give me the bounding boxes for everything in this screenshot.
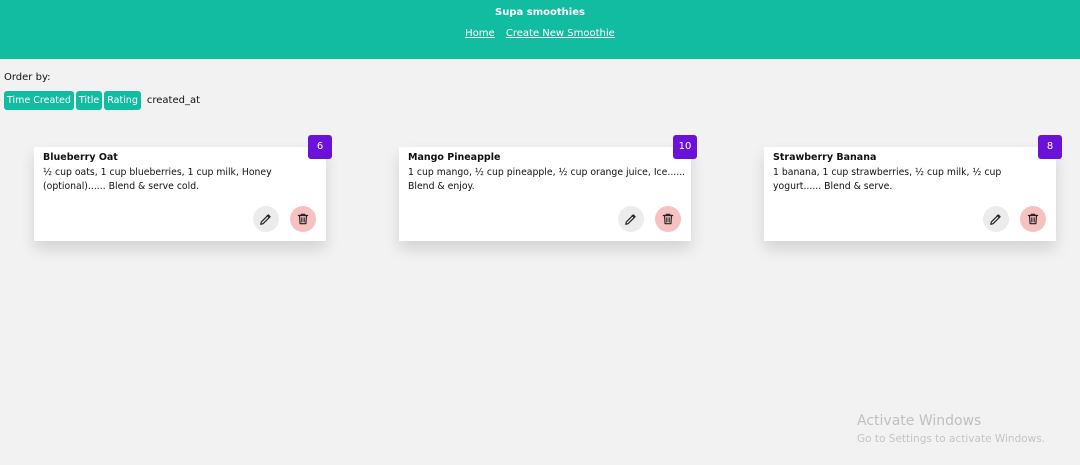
- current-sort-value: created_at: [146, 95, 201, 106]
- sort-title-button[interactable]: Title: [75, 91, 103, 110]
- nav-link-create[interactable]: Create New Smoothie: [506, 28, 615, 39]
- order-by-label: Order by:: [4, 72, 51, 83]
- delete-button[interactable]: [1020, 206, 1046, 232]
- edit-button[interactable]: [618, 206, 644, 232]
- sort-rating-button[interactable]: Rating: [104, 91, 141, 110]
- activation-watermark-subtitle: Go to Settings to activate Windows.: [857, 433, 1046, 445]
- smoothie-card: Strawberry Banana 1 banana, 1 cup strawb…: [764, 135, 1062, 241]
- smoothie-title: Mango Pineapple: [408, 152, 501, 163]
- site-title: Supa smoothies: [495, 7, 585, 18]
- rating-badge: 8: [1038, 135, 1062, 159]
- smoothie-title: Strawberry Banana: [773, 152, 877, 163]
- smoothie-method: 1 banana, 1 cup strawberries, ½ cup milk…: [773, 167, 1002, 192]
- sort-time-created-button[interactable]: Time Created: [4, 91, 74, 110]
- rating-badge: 10: [673, 135, 697, 159]
- smoothie-method: 1 cup mango, ½ cup pineapple, ½ cup oran…: [408, 167, 686, 192]
- pencil-icon: [990, 214, 1001, 225]
- pencil-icon: [260, 214, 271, 225]
- edit-button[interactable]: [253, 206, 279, 232]
- smoothie-title: Blueberry Oat: [43, 152, 118, 163]
- pencil-icon: [625, 214, 636, 225]
- delete-button[interactable]: [290, 206, 316, 232]
- trash-icon: [297, 213, 309, 225]
- delete-button[interactable]: [655, 206, 681, 232]
- site-header: Supa smoothies Home Create New Smoothie: [0, 0, 1080, 59]
- smoothie-card: Mango Pineapple 1 cup mango, ½ cup pinea…: [399, 135, 697, 241]
- sort-controls: Time Created Title Rating created_at: [4, 91, 200, 110]
- main-nav: Home Create New Smoothie: [0, 28, 1080, 39]
- nav-link-home[interactable]: Home: [465, 28, 495, 39]
- smoothie-method: ½ cup oats, 1 cup blueberries, 1 cup mil…: [43, 167, 272, 192]
- edit-button[interactable]: [983, 206, 1009, 232]
- smoothie-card: Blueberry Oat ½ cup oats, 1 cup blueberr…: [34, 135, 332, 241]
- rating-badge: 6: [308, 135, 332, 159]
- trash-icon: [1027, 213, 1039, 225]
- activation-watermark-title: Activate Windows: [857, 413, 982, 429]
- trash-icon: [662, 213, 674, 225]
